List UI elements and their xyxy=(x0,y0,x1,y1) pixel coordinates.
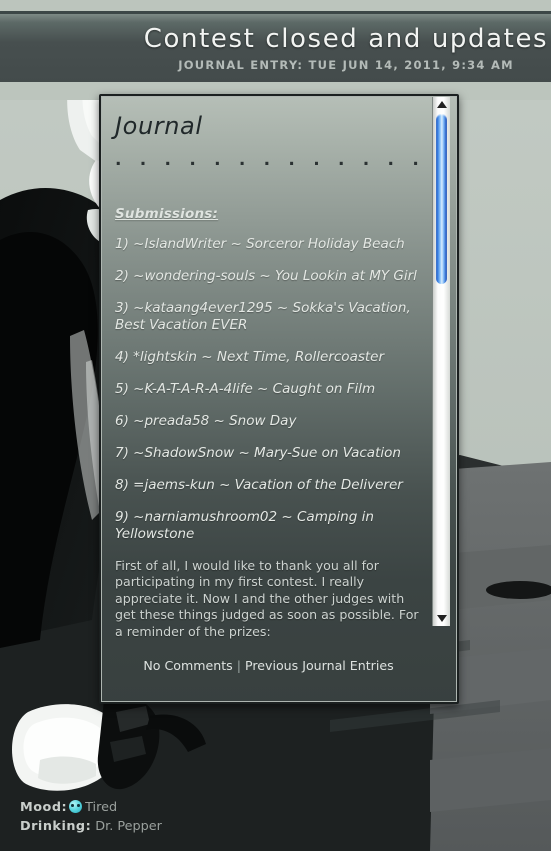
triangle-up-icon xyxy=(436,101,447,108)
mood-value: Tired xyxy=(85,800,118,815)
journal-scrollbar[interactable] xyxy=(432,97,450,626)
list-item: 6) ~preada58 ~ Snow Day xyxy=(115,413,297,429)
submissions-heading: Submissions: xyxy=(115,206,219,222)
previous-journal-entries-link[interactable]: Previous Journal Entries xyxy=(245,658,394,673)
mood-label: Mood: xyxy=(20,800,68,815)
mood-row: Mood: Tired xyxy=(20,798,420,817)
list-item: 3) ~kataang4ever1295 ~ Sokka's Vacation,… xyxy=(115,300,411,333)
journal-content: Journal . . . . . . . . . . . . . . . . … xyxy=(111,105,426,695)
no-comments-link[interactable]: No Comments xyxy=(143,658,232,673)
scrollbar-thumb[interactable] xyxy=(436,114,447,284)
list-item: 7) ~ShadowSnow ~ Mary-Sue on Vacation xyxy=(115,445,401,461)
drinking-label: Drinking: xyxy=(20,819,92,834)
list-item: 4) *lightskin ~ Next Time, Rollercoaster xyxy=(115,349,385,365)
journal-entry-timestamp: JOURNAL ENTRY: TUE JUN 14, 2011, 9:34 AM xyxy=(178,57,514,72)
list-item: 9) ~narniamushroom02 ~ Camping in Yellow… xyxy=(115,509,374,542)
journal-footer-links: No Comments | Previous Journal Entries xyxy=(111,657,426,674)
list-item: 1) ~IslandWriter ~ Sorceror Holiday Beac… xyxy=(115,236,405,252)
journal-body-text: First of all, I would like to thank you … xyxy=(115,558,419,639)
journal-metadata: Mood: Tired Drinking: Dr. Pepper xyxy=(20,798,420,836)
list-item: 8) =jaems-kun ~ Vacation of the Delivere… xyxy=(115,477,403,493)
scroll-down-button[interactable] xyxy=(433,611,450,626)
journal-divider-dots: . . . . . . . . . . . . . . . . . . . . … xyxy=(115,150,426,170)
link-separator: | xyxy=(236,658,241,674)
list-item: 2) ~wondering-souls ~ You Lookin at MY G… xyxy=(115,268,417,284)
journal-panel: Journal . . . . . . . . . . . . . . . . … xyxy=(101,96,457,702)
header-content: Contest closed and updates JOURNAL ENTRY… xyxy=(141,14,551,82)
drinking-row: Drinking: Dr. Pepper xyxy=(20,817,420,836)
page-title: Contest closed and updates xyxy=(143,23,549,54)
triangle-down-icon xyxy=(436,615,447,622)
journal-page: Contest closed and updates JOURNAL ENTRY… xyxy=(0,0,551,851)
scroll-up-button[interactable] xyxy=(433,97,450,112)
top-band xyxy=(0,0,551,11)
journal-heading: Journal xyxy=(115,112,203,140)
emoticon-face-icon xyxy=(69,800,83,813)
list-item: 5) ~K-A-T-A-R-A-4life ~ Caught on Film xyxy=(115,381,376,397)
submissions-list: 1) ~IslandWriter ~ Sorceror Holiday Beac… xyxy=(111,236,426,543)
drinking-value: Dr. Pepper xyxy=(95,819,162,834)
